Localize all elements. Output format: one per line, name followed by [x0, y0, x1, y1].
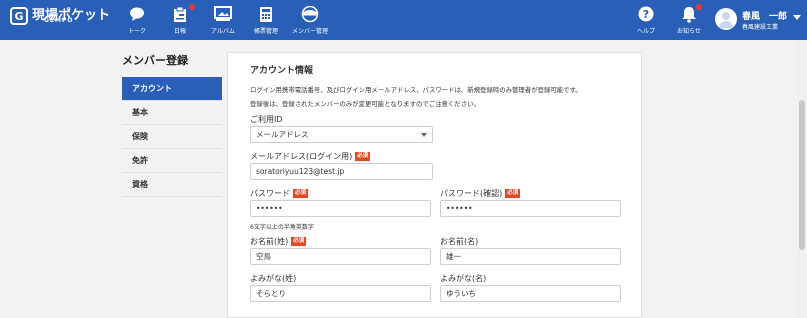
- password-label: パスワード 必須: [250, 188, 309, 199]
- notice-text-1: ログイン用携帯電話番号、及びログイン用メールアドレス、パスワードは、新規登録時の…: [250, 86, 582, 94]
- last-kana-value: そらとり: [256, 289, 286, 298]
- login-id-select[interactable]: メールアドレス: [250, 126, 433, 143]
- sidebar-item-license[interactable]: 免許: [122, 149, 222, 173]
- nav-forms-label: 帳票管理: [253, 28, 278, 35]
- sidebar-item-qualification[interactable]: 資格: [122, 173, 222, 197]
- required-badge: 必須: [291, 237, 307, 246]
- required-badge: 必須: [355, 152, 371, 161]
- last-kana-field[interactable]: そらとり: [250, 285, 431, 302]
- last-kana-label-text: よみがな(姓): [250, 274, 297, 283]
- sidebar-item-basic[interactable]: 基本: [122, 101, 222, 125]
- nav-members-label: メンバー管理: [291, 28, 328, 35]
- first-name-label-text: お名前(名): [440, 237, 479, 246]
- nav-members[interactable]: メンバー管理: [285, 4, 335, 38]
- first-name-field[interactable]: 雄一: [440, 248, 621, 265]
- nav-notices[interactable]: お知らせ: [664, 4, 714, 38]
- email-value: soratoriyuu123@test.jp: [256, 167, 345, 176]
- password-confirm-field[interactable]: ••••••: [440, 200, 621, 217]
- login-id-label: ご利用ID: [250, 114, 283, 125]
- chevron-down-icon: [421, 133, 427, 137]
- first-name-label: お名前(名): [440, 236, 478, 247]
- nav-forms[interactable]: 帳票管理: [241, 4, 291, 38]
- member-icon: [285, 4, 335, 24]
- chevron-down-icon[interactable]: [793, 15, 801, 20]
- last-name-field[interactable]: 空鳥: [250, 248, 431, 265]
- top-header: G 現場ポケット GEMPO トーク 日報 アルバム 帳票管理 メンバー管理 ?…: [0, 0, 807, 40]
- user-name[interactable]: 春風 一郎: [742, 9, 787, 22]
- logo-mark: G: [10, 7, 28, 25]
- notice-badge: [696, 4, 702, 10]
- account-info-card: アカウント情報 ログイン用携帯電話番号、及びログイン用メールアドレス、パスワード…: [227, 52, 642, 318]
- last-name-label: お名前(姓) 必須: [250, 236, 307, 247]
- email-field[interactable]: soratoriyuu123@test.jp: [250, 163, 433, 180]
- password-label-text: パスワード: [250, 189, 290, 198]
- bell-icon: [664, 4, 714, 24]
- sidebar-item-insurance[interactable]: 保険: [122, 125, 222, 149]
- nav-notices-label: お知らせ: [677, 28, 701, 35]
- email-label: メールアドレス(ログイン用) 必須: [250, 151, 371, 162]
- password-confirm-label: パスワード(確認) 必須: [440, 188, 521, 199]
- login-id-label-text: ご利用ID: [250, 115, 283, 124]
- password-hint: 6文字以上の半角英数字: [250, 224, 314, 231]
- password-value: ••••••: [256, 204, 283, 213]
- required-badge: 必須: [293, 189, 309, 198]
- required-badge: 必須: [505, 189, 521, 198]
- password-confirm-value: ••••••: [446, 204, 473, 213]
- report-badge: [189, 4, 195, 10]
- first-kana-value: ゆういち: [446, 289, 476, 298]
- sidebar-menu: アカウント 基本 保険 免許 資格: [122, 77, 222, 197]
- first-kana-label: よみがな(名): [440, 273, 486, 284]
- password-confirm-label-text: パスワード(確認): [440, 189, 503, 198]
- notice-text-2: 登録後は、登録されたメンバーのみが変更可能となりますのでご注意ください。: [250, 100, 480, 108]
- page-scrollbar[interactable]: [797, 40, 807, 318]
- email-label-text: メールアドレス(ログイン用): [250, 152, 353, 161]
- last-name-value: 空鳥: [256, 252, 271, 261]
- last-name-label-text: お名前(姓): [250, 237, 289, 246]
- logo-subtitle: GEMPO: [44, 17, 74, 24]
- first-kana-field[interactable]: ゆういち: [440, 285, 621, 302]
- scrollbar-thumb[interactable]: [799, 100, 805, 250]
- login-id-value: メールアドレス: [256, 130, 309, 139]
- section-title: アカウント情報: [250, 66, 314, 76]
- first-kana-label-text: よみがな(名): [440, 274, 487, 283]
- first-name-value: 雄一: [446, 252, 461, 261]
- avatar[interactable]: [715, 8, 737, 30]
- password-field[interactable]: ••••••: [250, 200, 431, 217]
- sidebar-item-account[interactable]: アカウント: [122, 77, 222, 101]
- svg-text:?: ?: [643, 8, 649, 21]
- last-kana-label: よみがな(姓): [250, 273, 296, 284]
- calculator-icon: [241, 4, 291, 24]
- user-company: 春風建設工業: [742, 24, 779, 31]
- page-title: メンバー登録: [122, 54, 188, 67]
